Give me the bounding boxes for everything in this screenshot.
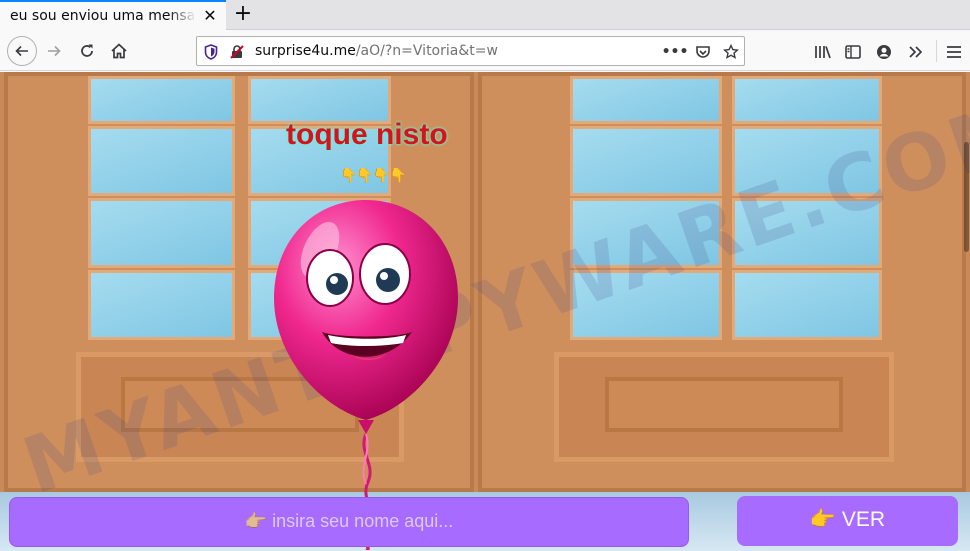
tab-active[interactable]: eu sou enviou uma mensagem ✕ — [0, 0, 226, 31]
star-icon[interactable] — [723, 44, 739, 60]
door-panel — [554, 352, 894, 462]
tab-title: eu sou enviou uma mensagem — [10, 8, 196, 24]
window-pane — [88, 126, 235, 196]
window-pane — [732, 270, 882, 340]
tab-close-icon[interactable]: ✕ — [201, 7, 219, 25]
reload-icon — [81, 44, 93, 57]
account-icon[interactable] — [874, 42, 894, 62]
pointing-down-icons: 👇👇👇👇 — [340, 168, 407, 184]
ver-button-label: 👉 VER — [809, 508, 886, 531]
url-path: /aO/?n=Vitoria&t=w — [355, 43, 498, 59]
arrow-right-icon — [48, 45, 61, 57]
window-pane — [88, 198, 235, 268]
window-pane — [88, 76, 235, 124]
pocket-icon[interactable] — [695, 44, 711, 60]
scrollbar[interactable] — [963, 72, 970, 551]
window-pane — [88, 270, 235, 340]
reload-button[interactable] — [73, 37, 101, 65]
door-panel-inner — [605, 377, 843, 432]
url-text[interactable]: surprise4u.me/aO/?n=Vitoria&t=w — [255, 43, 498, 59]
insecure-lock-icon[interactable] — [229, 44, 245, 60]
window-pane — [570, 76, 722, 124]
headline: toque nisto — [286, 118, 448, 151]
window-pane — [570, 126, 722, 196]
chevron-double-right-icon[interactable] — [906, 42, 926, 62]
scrollbar-thumb[interactable] — [964, 142, 969, 252]
toolbar-separator — [936, 40, 937, 62]
page-content: MYANTISPYWARE.COM toque nisto 👇👇👇👇 👉🏼 in… — [0, 72, 970, 551]
more-dots-icon[interactable]: ••• — [662, 44, 689, 60]
url-host: surprise4u.me — [255, 43, 356, 59]
url-bar[interactable]: surprise4u.me/aO/?n=Vitoria&t=w ••• — [196, 36, 745, 66]
new-tab-button[interactable]: + — [231, 2, 255, 26]
ver-button[interactable]: 👉 VER — [737, 496, 958, 546]
hamburger-menu-icon[interactable] — [944, 42, 964, 62]
home-icon — [111, 43, 127, 59]
tab-strip: eu sou enviou uma mensagem ✕ + — [0, 0, 970, 31]
arrow-left-icon — [15, 45, 28, 57]
back-button[interactable] — [7, 36, 37, 66]
window-pane — [732, 76, 882, 124]
name-input[interactable]: 👉🏼 insira seu nome aqui... — [9, 497, 689, 547]
library-icon[interactable] — [813, 42, 833, 62]
forward-button[interactable] — [40, 37, 68, 65]
navigation-toolbar: surprise4u.me/aO/?n=Vitoria&t=w ••• — [0, 31, 970, 71]
home-button[interactable] — [105, 37, 133, 65]
sidebar-icon[interactable] — [843, 42, 863, 62]
tracking-protection-icon[interactable] — [203, 44, 219, 60]
window-pane — [248, 76, 391, 124]
name-input-placeholder: 👉🏼 insira seu nome aqui... — [244, 511, 454, 531]
